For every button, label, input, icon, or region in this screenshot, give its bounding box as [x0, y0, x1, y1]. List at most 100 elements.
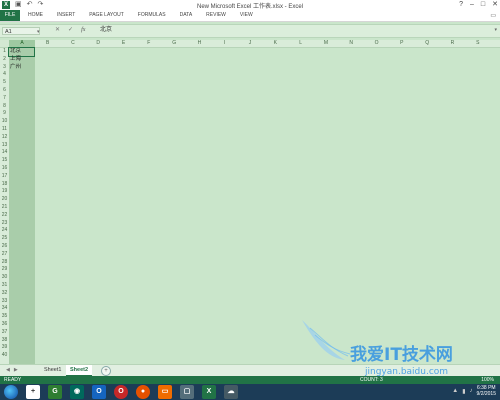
excel-taskbar-icon[interactable]: X: [202, 385, 216, 399]
row-header-24[interactable]: 24: [0, 227, 9, 235]
column-header-a[interactable]: A: [9, 40, 35, 48]
volume-icon[interactable]: ♪: [470, 388, 473, 394]
column-header-f[interactable]: F: [136, 40, 161, 47]
row-header-4[interactable]: 4: [0, 71, 9, 79]
row-header-30[interactable]: 30: [0, 274, 9, 282]
column-header-r[interactable]: R: [440, 40, 465, 47]
row-header-16[interactable]: 16: [0, 165, 9, 173]
app-circle-icon[interactable]: ◉: [70, 385, 84, 399]
column-header-p[interactable]: P: [389, 40, 414, 47]
add-sheet-icon[interactable]: +: [101, 366, 111, 376]
row-header-33[interactable]: 33: [0, 298, 9, 306]
column-header-d[interactable]: D: [86, 40, 111, 47]
row-header-2[interactable]: 2: [0, 56, 9, 64]
column-header-o[interactable]: O: [364, 40, 389, 47]
column-header-e[interactable]: E: [111, 40, 136, 47]
cell-a3[interactable]: 广州: [10, 64, 21, 72]
row-header-27[interactable]: 27: [0, 251, 9, 259]
tab-sheet1[interactable]: Sheet1: [40, 365, 65, 375]
row-header-9[interactable]: 9: [0, 110, 9, 118]
row-header-11[interactable]: 11: [0, 126, 9, 134]
row-header-3[interactable]: 3: [0, 64, 9, 72]
opera-icon[interactable]: O: [114, 385, 128, 399]
start-button[interactable]: [4, 385, 18, 399]
tab-view[interactable]: VIEW: [240, 10, 253, 21]
row-header-21[interactable]: 21: [0, 204, 9, 212]
tab-formulas[interactable]: FORMULAS: [138, 10, 166, 21]
maximize-icon[interactable]: □: [481, 0, 485, 10]
column-header-j[interactable]: J: [237, 40, 262, 47]
column-header-c[interactable]: C: [60, 40, 85, 47]
row-header-32[interactable]: 32: [0, 290, 9, 298]
enter-icon[interactable]: ✓: [68, 26, 73, 35]
help-icon[interactable]: ?: [459, 0, 463, 10]
row-header-38[interactable]: 38: [0, 337, 9, 345]
app-window-icon[interactable]: ▢: [180, 385, 194, 399]
column-header-n[interactable]: N: [339, 40, 364, 47]
row-header-10[interactable]: 10: [0, 118, 9, 126]
firefox-icon[interactable]: ●: [136, 385, 150, 399]
row-header-31[interactable]: 31: [0, 282, 9, 290]
row-header-17[interactable]: 17: [0, 173, 9, 181]
row-header-19[interactable]: 19: [0, 188, 9, 196]
cell-a1[interactable]: 北京: [8, 47, 35, 57]
row-header-20[interactable]: 20: [0, 196, 9, 204]
row-header-6[interactable]: 6: [0, 87, 9, 95]
close-icon[interactable]: ✕: [492, 0, 498, 10]
folder-icon[interactable]: ▭: [158, 385, 172, 399]
row-header-35[interactable]: 35: [0, 313, 9, 321]
chevron-down-icon[interactable]: ▾: [37, 28, 40, 36]
app-cloud-icon[interactable]: ☁: [224, 385, 238, 399]
column-header-q[interactable]: Q: [415, 40, 440, 47]
column-header-l[interactable]: L: [288, 40, 313, 47]
minimize-icon[interactable]: –: [470, 0, 474, 10]
selected-column-a[interactable]: [9, 48, 35, 364]
row-header-22[interactable]: 22: [0, 212, 9, 220]
file-tab[interactable]: FILE: [0, 10, 20, 21]
insert-function-icon[interactable]: fx: [81, 26, 85, 35]
row-header-12[interactable]: 12: [0, 134, 9, 142]
app-plus-icon[interactable]: +: [26, 385, 40, 399]
row-header-28[interactable]: 28: [0, 259, 9, 267]
select-all-corner[interactable]: [0, 40, 9, 47]
row-header-5[interactable]: 5: [0, 79, 9, 87]
column-header-k[interactable]: K: [263, 40, 288, 47]
outlook-icon[interactable]: O: [92, 385, 106, 399]
column-header-s[interactable]: S: [465, 40, 490, 47]
clock[interactable]: 6:38 PM 9/2/2015: [477, 385, 496, 397]
row-header-29[interactable]: 29: [0, 266, 9, 274]
expand-formula-icon[interactable]: ▾: [494, 26, 497, 35]
tab-sheet2[interactable]: Sheet2: [66, 365, 93, 376]
ribbon-display-icon[interactable]: ▭: [490, 12, 496, 19]
row-header-26[interactable]: 26: [0, 243, 9, 251]
column-header-g[interactable]: G: [162, 40, 187, 47]
next-sheet-icon[interactable]: ▶: [14, 367, 18, 373]
tab-data[interactable]: DATA: [180, 10, 193, 21]
name-box[interactable]: A1 ▾: [2, 27, 40, 35]
column-header-i[interactable]: I: [212, 40, 237, 47]
row-header-23[interactable]: 23: [0, 220, 9, 228]
row-header-18[interactable]: 18: [0, 181, 9, 189]
column-header-b[interactable]: B: [35, 40, 60, 47]
row-header-13[interactable]: 13: [0, 142, 9, 150]
row-header-40[interactable]: 40: [0, 352, 9, 360]
cancel-icon[interactable]: ✕: [55, 26, 60, 35]
row-header-25[interactable]: 25: [0, 235, 9, 243]
column-header-m[interactable]: M: [313, 40, 338, 47]
network-icon[interactable]: ▮: [462, 388, 465, 395]
column-header-h[interactable]: H: [187, 40, 212, 47]
row-header-34[interactable]: 34: [0, 305, 9, 313]
tray-arrow-icon[interactable]: ▲: [452, 388, 458, 394]
row-header-14[interactable]: 14: [0, 149, 9, 157]
tab-page-layout[interactable]: PAGE LAYOUT: [89, 10, 124, 21]
row-header-1[interactable]: 1: [0, 48, 9, 56]
tab-home[interactable]: HOME: [28, 10, 43, 21]
row-header-39[interactable]: 39: [0, 344, 9, 352]
row-header-36[interactable]: 36: [0, 321, 9, 329]
formula-input[interactable]: 北京: [100, 26, 112, 35]
app-g-icon[interactable]: G: [48, 385, 62, 399]
row-header-15[interactable]: 15: [0, 157, 9, 165]
tab-insert[interactable]: INSERT: [57, 10, 75, 21]
cell-a2[interactable]: 上海: [10, 56, 21, 64]
tab-review[interactable]: REVIEW: [206, 10, 226, 21]
